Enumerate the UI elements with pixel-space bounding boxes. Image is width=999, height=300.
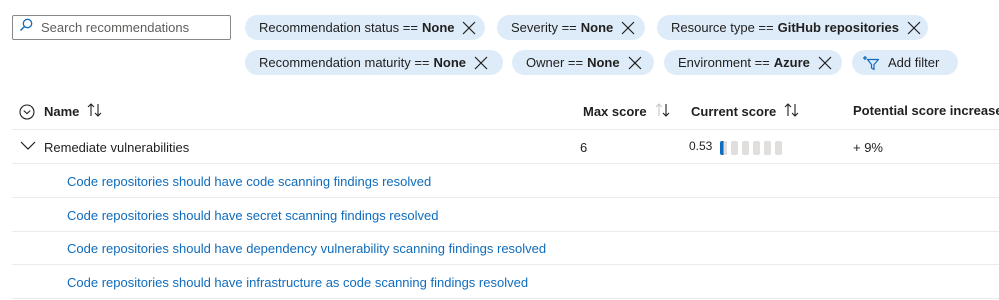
close-icon[interactable] xyxy=(907,21,921,35)
row-divider xyxy=(12,231,999,232)
filter-value: None xyxy=(433,55,467,70)
group-max-score: 6 xyxy=(580,140,588,155)
close-icon[interactable] xyxy=(462,21,476,35)
row-divider xyxy=(12,264,999,265)
close-icon[interactable] xyxy=(818,56,832,70)
search-icon xyxy=(19,18,33,37)
filter-pill-severity[interactable]: Severity == None xyxy=(497,15,645,40)
recommendation-link-dependency-scanning[interactable]: Code repositories should have dependency… xyxy=(67,241,546,256)
column-header-potential-increase: Potential score increase xyxy=(853,103,999,118)
score-bar-segment xyxy=(731,140,738,155)
recommendation-link-iac-scanning[interactable]: Code repositories should have infrastruc… xyxy=(67,275,528,290)
row-divider xyxy=(12,129,999,130)
score-bar-segment xyxy=(753,140,760,155)
add-filter-button[interactable]: Add filter xyxy=(852,50,958,75)
filter-value: None xyxy=(580,20,614,35)
filter-label: Recommendation status == xyxy=(259,20,418,35)
header-potential-score-increase[interactable]: Potential score increase xyxy=(853,103,999,118)
filter-label: Environment == xyxy=(678,55,770,70)
score-bar-segment xyxy=(764,140,771,155)
close-icon[interactable] xyxy=(621,21,635,35)
add-filter-label: Add filter xyxy=(888,55,940,70)
close-icon[interactable] xyxy=(474,56,488,70)
sort-icon[interactable] xyxy=(87,103,103,120)
add-filter-icon xyxy=(863,55,880,70)
header-max-score[interactable]: Max score xyxy=(583,103,671,120)
sort-icon[interactable] xyxy=(655,103,671,120)
search-box[interactable] xyxy=(12,15,231,40)
filter-value: None xyxy=(587,55,620,70)
score-bar xyxy=(720,139,786,155)
filter-pill-recommendation-maturity[interactable]: Recommendation maturity == None xyxy=(245,50,503,75)
recommendation-link-secret-scanning[interactable]: Code repositories should have secret sca… xyxy=(67,208,438,223)
score-bar-segment xyxy=(742,140,749,155)
group-name: Remediate vulnerabilities xyxy=(44,140,190,155)
close-icon[interactable] xyxy=(628,56,642,70)
filter-label: Owner == xyxy=(526,55,584,70)
column-header-max-score: Max score xyxy=(583,104,647,119)
filter-pill-resource-type[interactable]: Resource type == GitHub repositories xyxy=(657,15,928,40)
filter-value: Azure xyxy=(773,55,810,70)
filter-pill-owner[interactable]: Owner == None xyxy=(512,50,654,75)
score-bar-segment xyxy=(720,140,727,155)
header-current-score[interactable]: Current score xyxy=(691,103,800,120)
row-divider xyxy=(12,298,999,299)
recommendation-link-code-scanning[interactable]: Code repositories should have code scann… xyxy=(67,174,431,189)
filter-label: Recommendation maturity == xyxy=(259,55,430,70)
row-divider xyxy=(12,163,999,164)
filter-value: GitHub repositories xyxy=(777,20,899,35)
filter-label: Severity == xyxy=(511,20,577,35)
filter-pill-environment[interactable]: Environment == Azure xyxy=(664,50,842,75)
filter-pill-recommendation-status[interactable]: Recommendation status == None xyxy=(245,15,485,40)
filter-value: None xyxy=(421,20,455,35)
expand-all-icon[interactable] xyxy=(19,103,35,120)
group-current-score: 0.53 xyxy=(689,139,713,153)
header-name[interactable]: Name xyxy=(19,103,103,120)
chevron-down-icon[interactable] xyxy=(20,140,36,155)
filter-label: Resource type == xyxy=(671,20,774,35)
sort-icon[interactable] xyxy=(784,103,800,120)
column-header-current-score: Current score xyxy=(691,104,777,119)
row-divider xyxy=(12,197,999,198)
score-bar-segment xyxy=(775,140,782,155)
group-potential-increase: + 9% xyxy=(853,140,883,155)
column-header-name: Name xyxy=(44,104,80,119)
search-input[interactable] xyxy=(39,19,223,36)
